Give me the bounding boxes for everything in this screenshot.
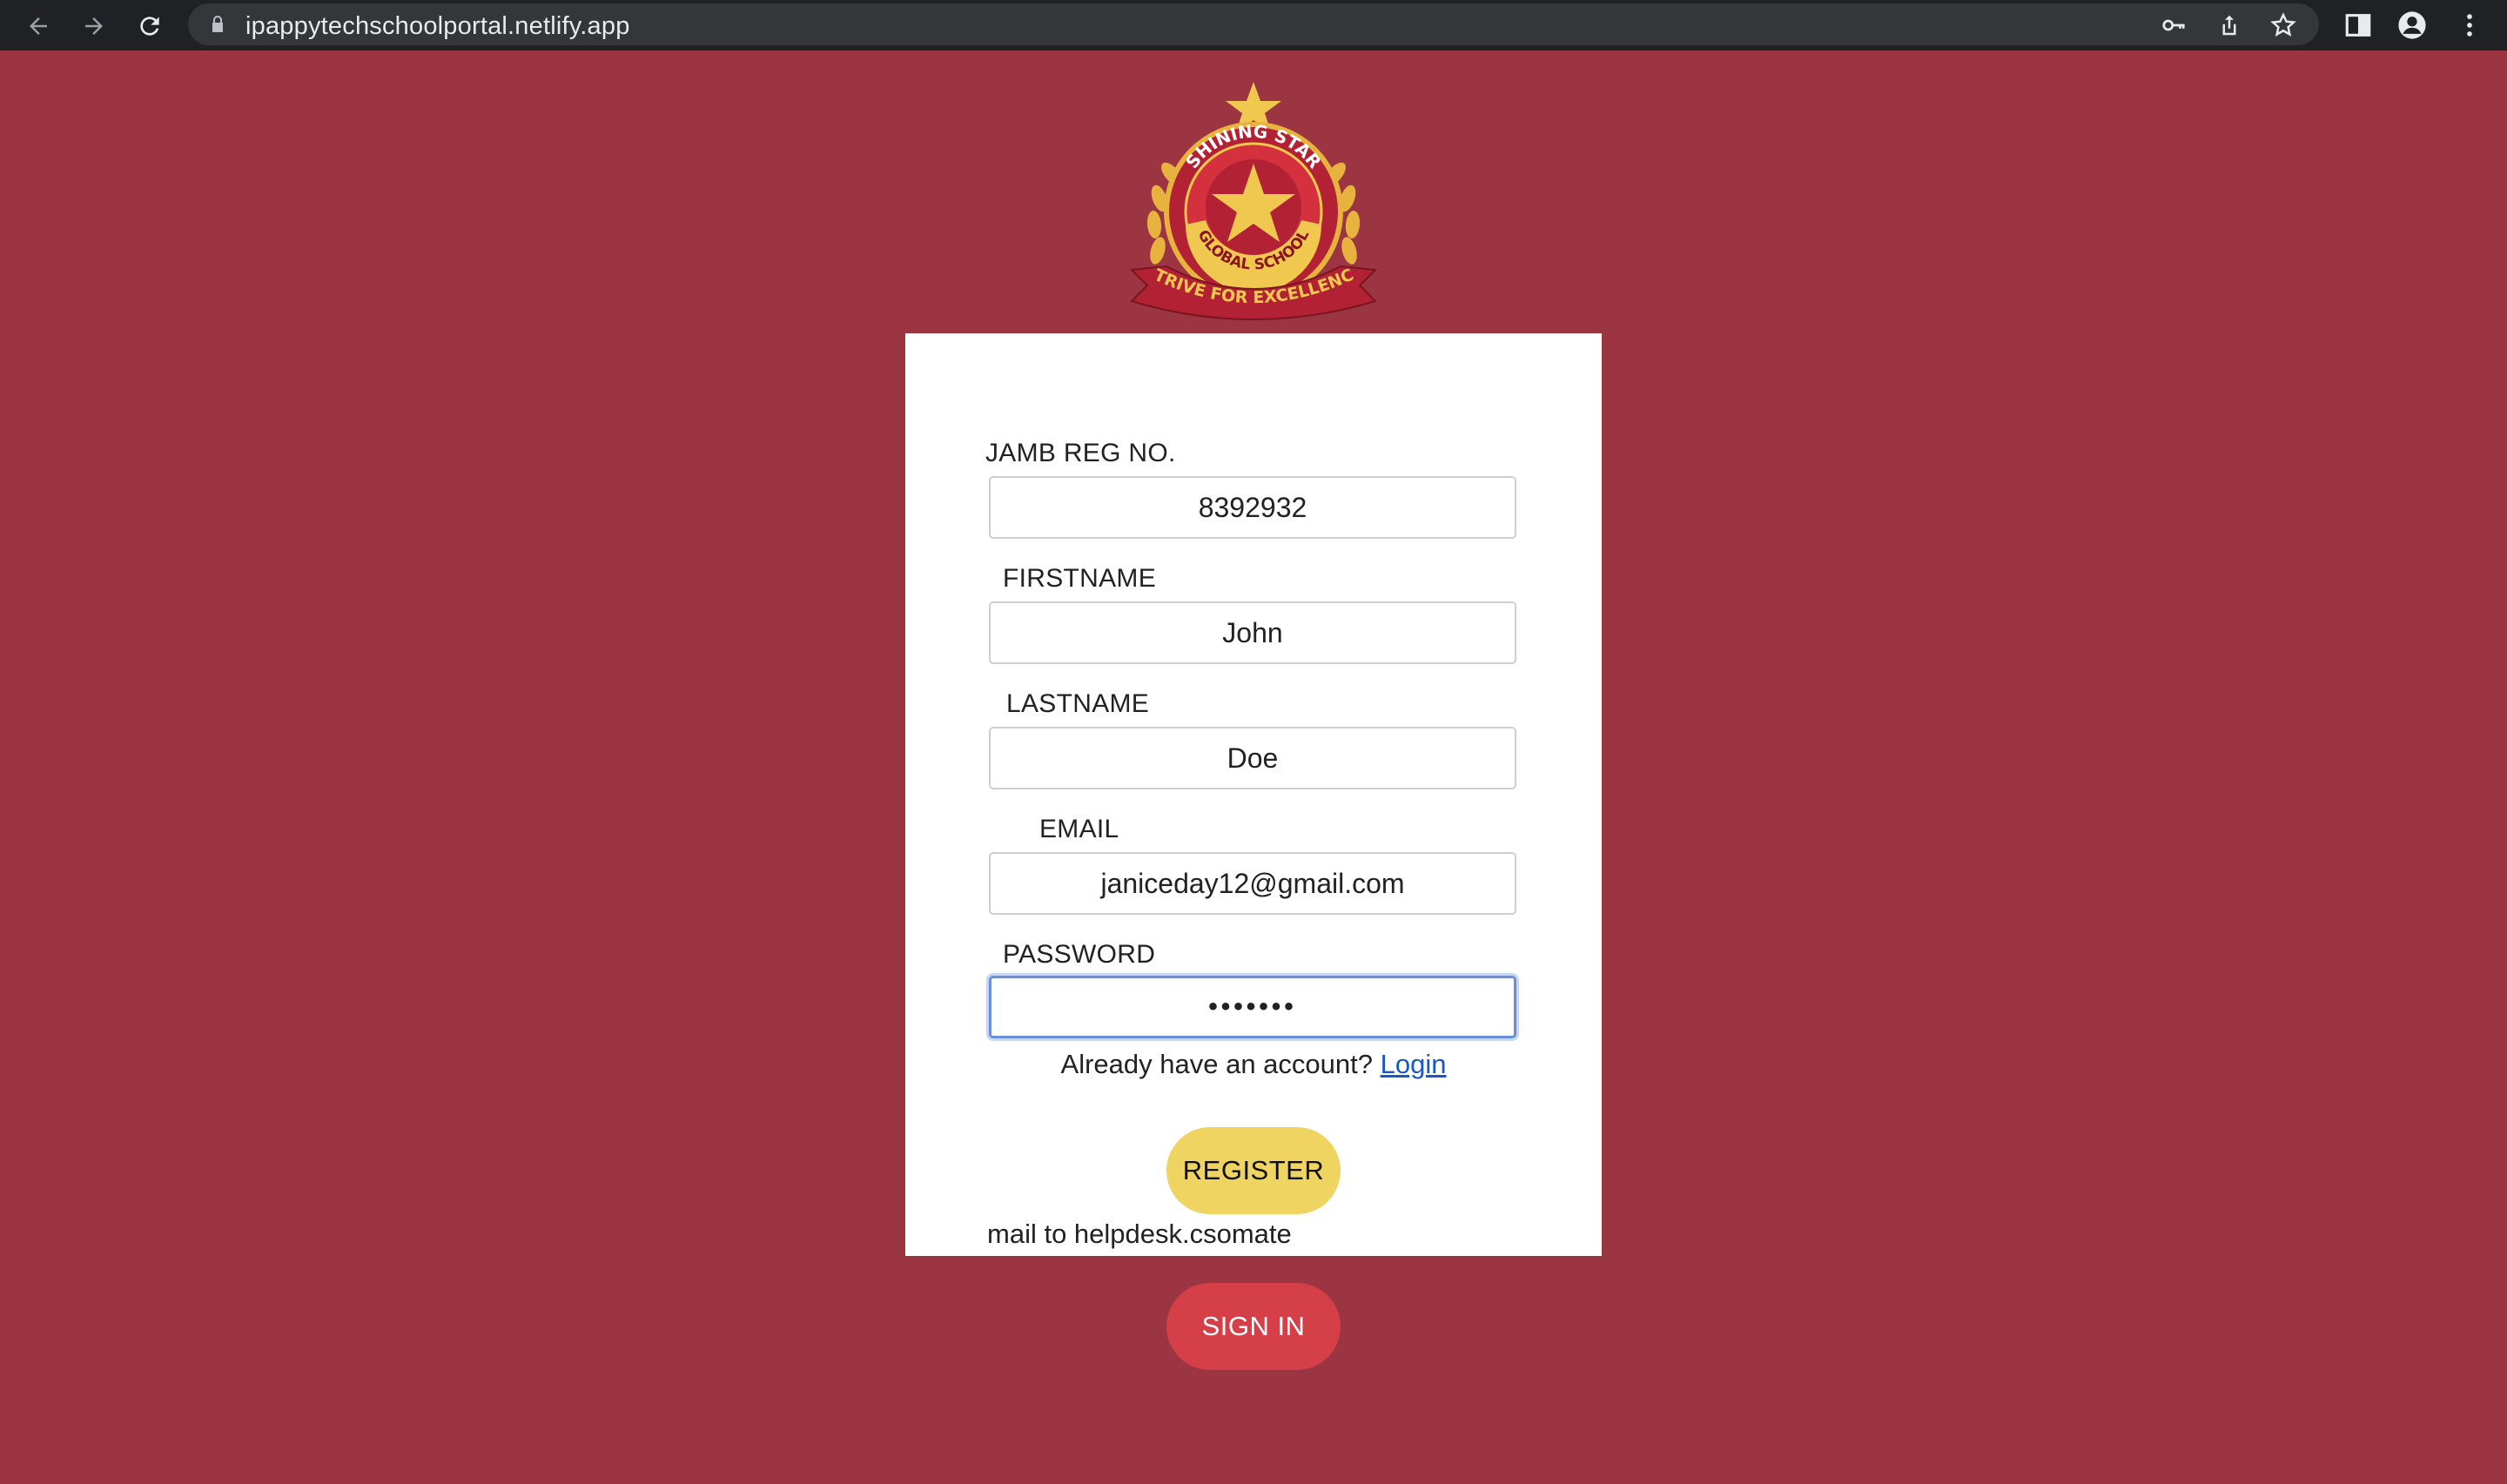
- url-text[interactable]: ipappytechschoolportal.netlify.app: [245, 12, 630, 41]
- sign-in-button[interactable]: SIGN IN: [1166, 1283, 1341, 1370]
- share-icon[interactable]: [2216, 12, 2242, 38]
- star-bookmark-icon[interactable]: [2270, 12, 2296, 38]
- helpdesk-mail-text: mail to helpdesk.csomate: [987, 1219, 1292, 1249]
- email-input[interactable]: janiceday12@gmail.com: [989, 852, 1516, 915]
- profile-avatar-icon[interactable]: [2397, 10, 2427, 40]
- lastname-label: LASTNAME: [1006, 689, 1150, 718]
- firstname-input[interactable]: John: [989, 601, 1516, 664]
- forward-icon[interactable]: [75, 7, 113, 45]
- side-panel-icon[interactable]: [2343, 10, 2373, 40]
- lock-icon: [207, 14, 228, 35]
- lastname-input[interactable]: Doe: [989, 727, 1516, 789]
- password-label: PASSWORD: [1003, 940, 1156, 969]
- school-logo: SHINING STAR GLOBAL SCHOOL STRIVE FOR EX…: [1117, 62, 1384, 329]
- address-bar[interactable]: ipappytechschoolportal.netlify.app: [188, 3, 2319, 45]
- jamb-input[interactable]: 8392932: [989, 476, 1516, 539]
- email-label: EMAIL: [1039, 815, 1119, 843]
- register-button[interactable]: REGISTER: [1166, 1127, 1341, 1214]
- already-account-label: Already have an account?: [1060, 1049, 1373, 1079]
- login-link[interactable]: Login: [1381, 1049, 1447, 1079]
- registration-card: JAMB REG NO. 8392932 FIRSTNAME John LAST…: [905, 333, 1602, 1256]
- already-account-text: Already have an account? Login: [905, 1049, 1602, 1080]
- key-icon[interactable]: [2161, 12, 2187, 38]
- browser-toolbar: ipappytechschoolportal.netlify.app: [0, 0, 2507, 50]
- back-icon[interactable]: [19, 7, 57, 45]
- jamb-label: JAMB REG NO.: [985, 439, 1176, 467]
- password-input[interactable]: •••••••: [989, 976, 1516, 1038]
- reload-icon[interactable]: [131, 7, 169, 45]
- menu-dots-icon[interactable]: [2455, 10, 2484, 40]
- firstname-label: FIRSTNAME: [1003, 564, 1157, 593]
